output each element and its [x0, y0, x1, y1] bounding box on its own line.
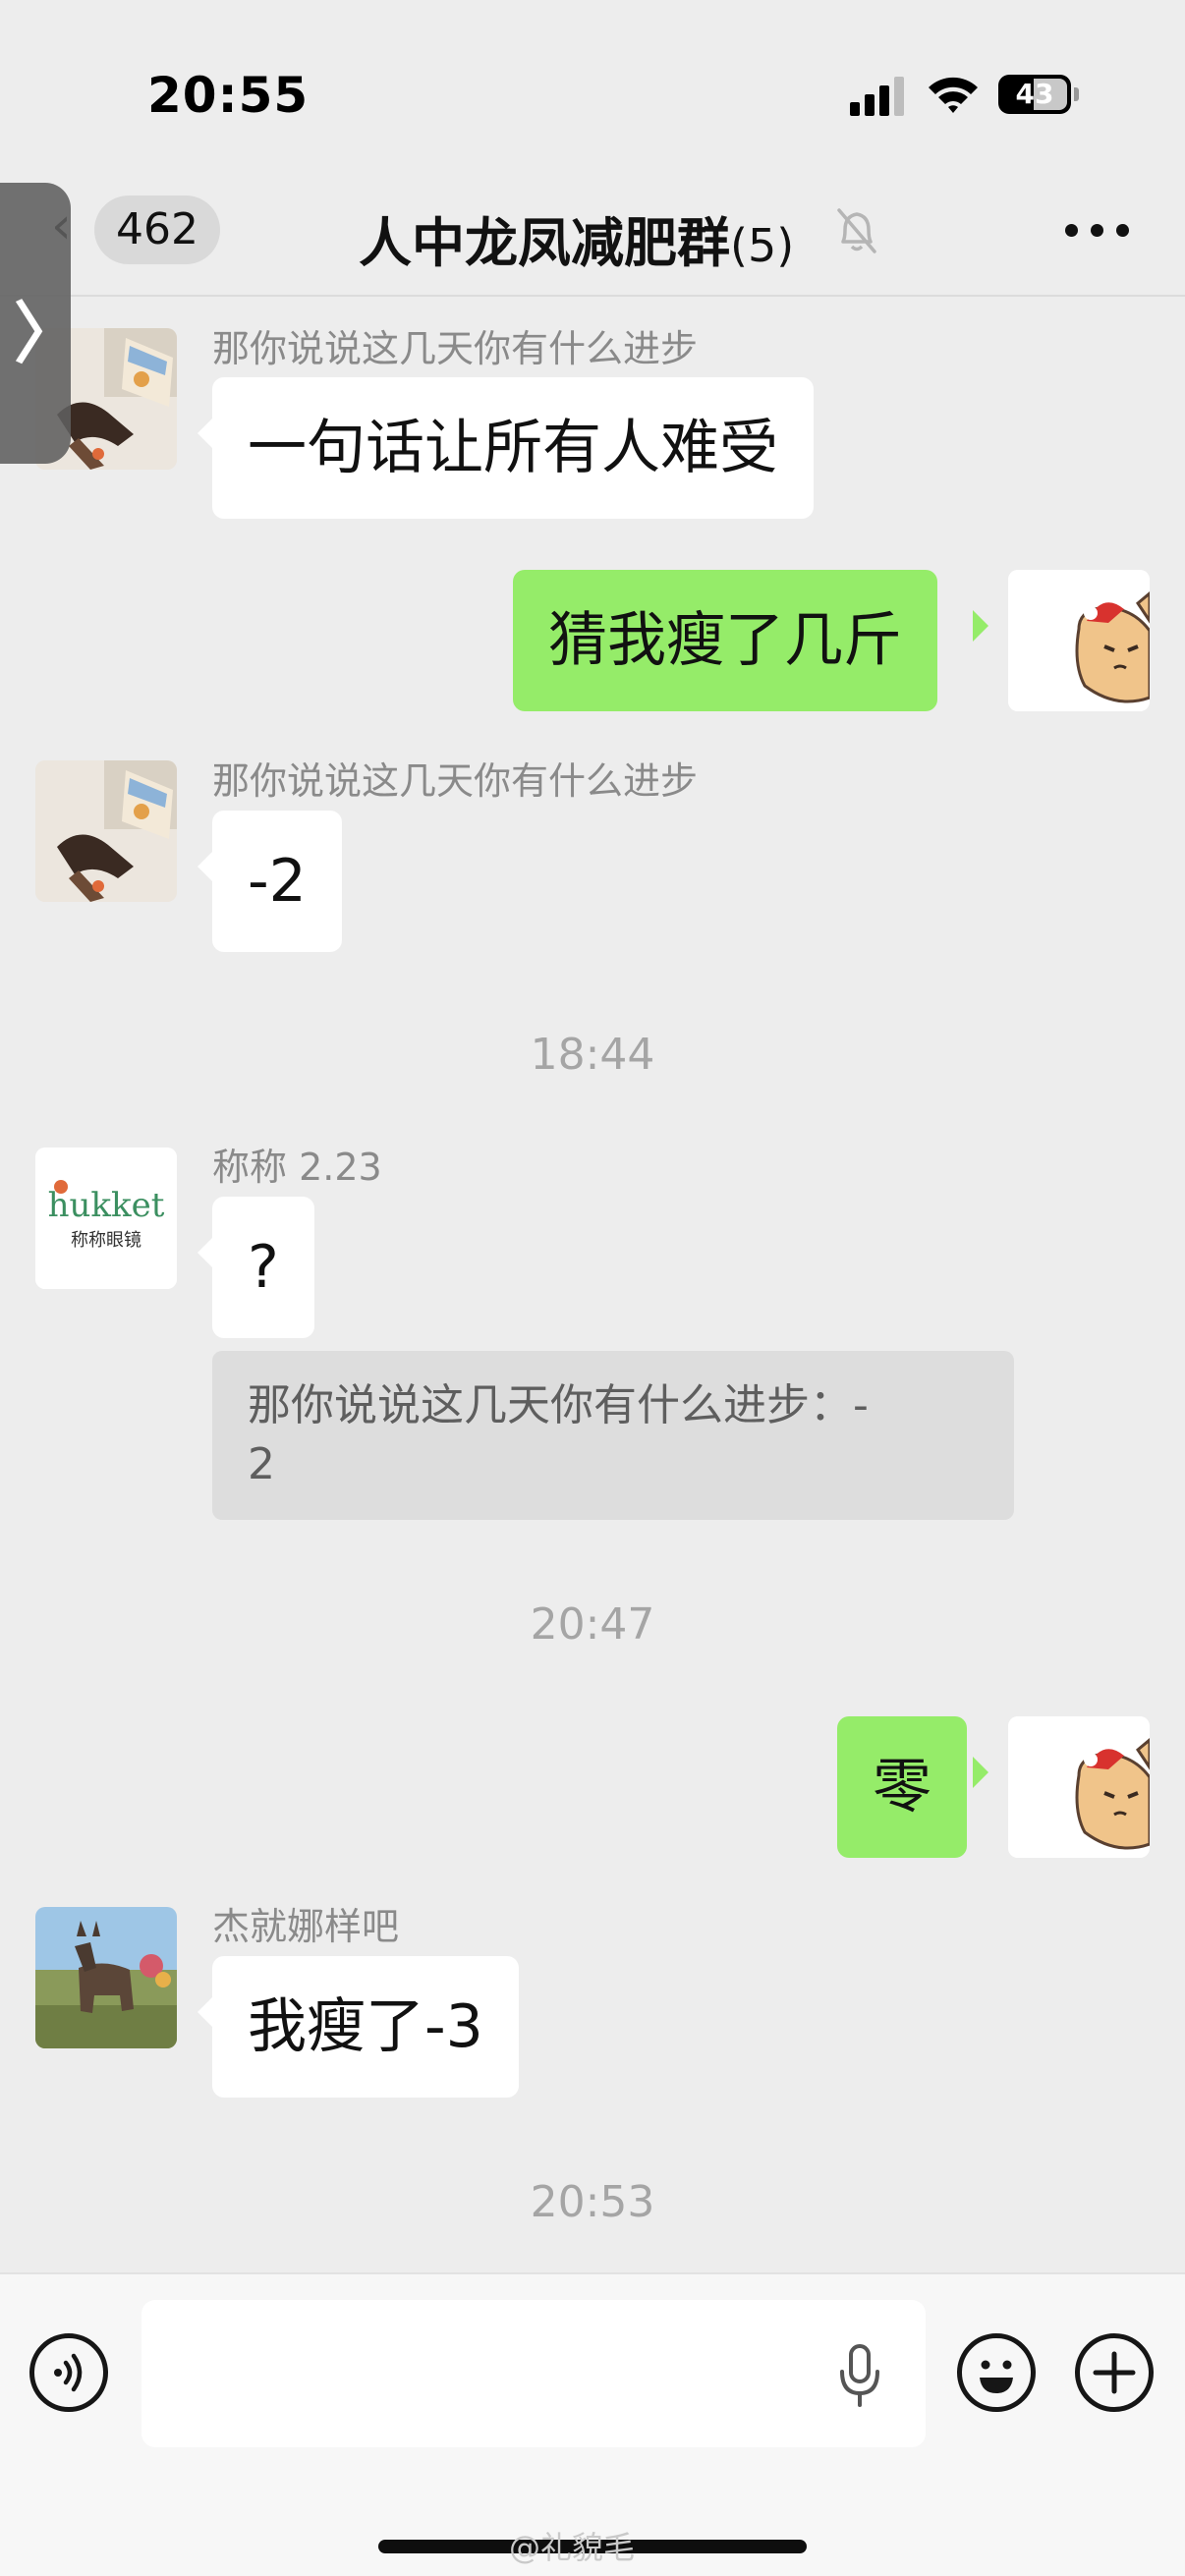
- timestamp: 18:44: [530, 1030, 655, 1080]
- bubble-tail: [198, 1237, 213, 1268]
- avatar-member-3[interactable]: [35, 1907, 177, 2048]
- group-name: 人中龙凤减肥群: [359, 212, 730, 274]
- bubble-tail: [973, 1757, 988, 1788]
- sender-name: 杰就娜样吧: [212, 1905, 400, 1948]
- ellipsis-icon[interactable]: [1063, 220, 1130, 240]
- member-count: (5): [730, 219, 795, 272]
- battery-icon: 43: [998, 75, 1079, 114]
- watermark: @礼貌毛: [509, 2529, 636, 2566]
- plus-icon[interactable]: [1075, 2333, 1154, 2412]
- status-time: 20:55: [147, 67, 310, 124]
- bubble-tail: [973, 610, 988, 642]
- avatar-self[interactable]: [1008, 1716, 1150, 1858]
- cellular-signal-icon: [850, 77, 904, 116]
- message-input[interactable]: [141, 2300, 926, 2447]
- emoji-icon[interactable]: [957, 2333, 1036, 2412]
- bubble-tail: [198, 851, 213, 882]
- message-bubble[interactable]: 零: [837, 1716, 967, 1858]
- hukket-logo-subtitle: 称称眼镜: [71, 1230, 141, 1251]
- side-expand-tab[interactable]: 〉: [0, 183, 81, 464]
- status-bar: 20:55 43: [0, 0, 1185, 187]
- wifi-icon: [929, 77, 978, 113]
- chat-title: 人中龙凤减肥群(5): [359, 199, 794, 277]
- avatar-member-1[interactable]: [35, 760, 177, 902]
- unread-count-badge[interactable]: 462: [94, 196, 220, 264]
- mic-icon[interactable]: [835, 2344, 884, 2409]
- message-bubble[interactable]: ?: [212, 1197, 314, 1338]
- sender-name: 称称 2.23: [212, 1146, 382, 1189]
- side-tab-glyph: 〉: [14, 296, 82, 373]
- timestamp: 20:47: [530, 1599, 655, 1650]
- sender-name: 那你说说这几天你有什么进步: [212, 327, 699, 370]
- battery-level: 43: [1015, 78, 1054, 110]
- voice-icon[interactable]: [29, 2333, 108, 2412]
- bubble-tail: [198, 1996, 213, 2028]
- quoted-message[interactable]: 那你说说这几天你有什么进步：- 2: [212, 1351, 1014, 1520]
- sender-name: 那你说说这几天你有什么进步: [212, 759, 699, 803]
- avatar-self[interactable]: [1008, 570, 1150, 711]
- message-bubble[interactable]: 一句话让所有人难受: [212, 377, 814, 519]
- bell-slash-icon: [837, 208, 876, 253]
- avatar-hukket[interactable]: hukket 称称眼镜: [35, 1148, 177, 1289]
- message-bubble[interactable]: -2: [212, 811, 342, 952]
- message-bubble[interactable]: 猜我瘦了几斤: [513, 570, 937, 711]
- timestamp: 20:53: [530, 2177, 655, 2227]
- message-bubble[interactable]: 我瘦了-3: [212, 1956, 519, 2098]
- bubble-tail: [198, 418, 213, 449]
